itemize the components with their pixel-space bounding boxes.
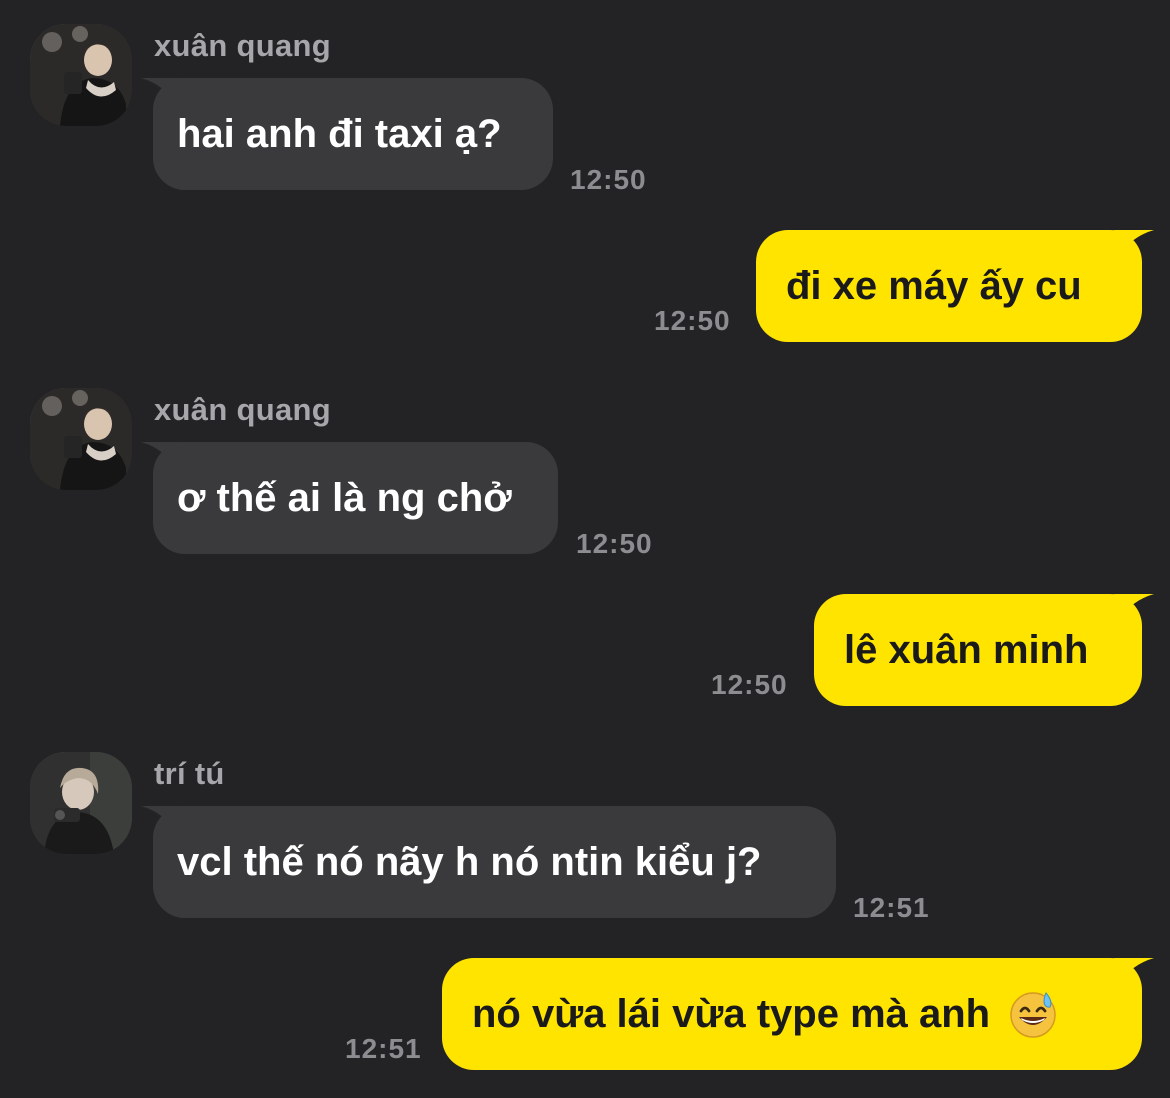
- chat-thread: xuân quang hai anh đi taxi ạ? 12:50 đi x…: [0, 0, 1170, 1098]
- bubble-tail: [141, 806, 181, 842]
- message-timestamp: 12:50: [711, 669, 788, 700]
- message-bubble-incoming[interactable]: vcl thế nó nãy h nó ntin kiểu j?: [141, 806, 836, 918]
- person-photo-icon: [30, 388, 132, 490]
- grinning-face-with-sweat-icon: [1010, 992, 1056, 1038]
- message-bubble-incoming[interactable]: hai anh đi taxi ạ?: [141, 78, 553, 190]
- message-text: ơ thế ai là ng chở: [177, 475, 512, 520]
- bubble-tail: [141, 78, 181, 114]
- message-timestamp: 12:51: [345, 1033, 422, 1064]
- avatar[interactable]: [30, 388, 132, 490]
- bubble-tail: [141, 442, 181, 478]
- message-bubble-incoming[interactable]: ơ thế ai là ng chở: [141, 442, 558, 554]
- sender-name: trí tú: [154, 756, 225, 791]
- message-timestamp: 12:50: [654, 305, 731, 336]
- sender-name: xuân quang: [154, 28, 331, 63]
- avatar[interactable]: [30, 752, 132, 854]
- sender-name: xuân quang: [154, 392, 331, 427]
- message-bubble-outgoing[interactable]: đi xe máy ấy cu: [756, 230, 1154, 342]
- message-text: nó vừa lái vừa type mà anh: [472, 991, 991, 1036]
- message-text: vcl thế nó nãy h nó ntin kiểu j?: [177, 839, 762, 884]
- message-timestamp: 12:51: [853, 892, 930, 923]
- bubble-tail: [1114, 230, 1154, 266]
- person-photo-icon: [30, 24, 132, 126]
- message-bubble-outgoing[interactable]: nó vừa lái vừa type mà anh: [442, 958, 1154, 1070]
- message-timestamp: 12:50: [576, 528, 653, 559]
- avatar[interactable]: [30, 24, 132, 126]
- bubble-tail: [1114, 594, 1154, 630]
- bubble-tail: [1114, 958, 1154, 994]
- message-timestamp: 12:50: [570, 164, 647, 195]
- person-photo-icon: [30, 752, 132, 854]
- message-bubble-outgoing[interactable]: lê xuân minh: [814, 594, 1154, 706]
- message-text: hai anh đi taxi ạ?: [177, 111, 502, 156]
- message-text: lê xuân minh: [844, 627, 1089, 672]
- message-text: đi xe máy ấy cu: [786, 263, 1082, 308]
